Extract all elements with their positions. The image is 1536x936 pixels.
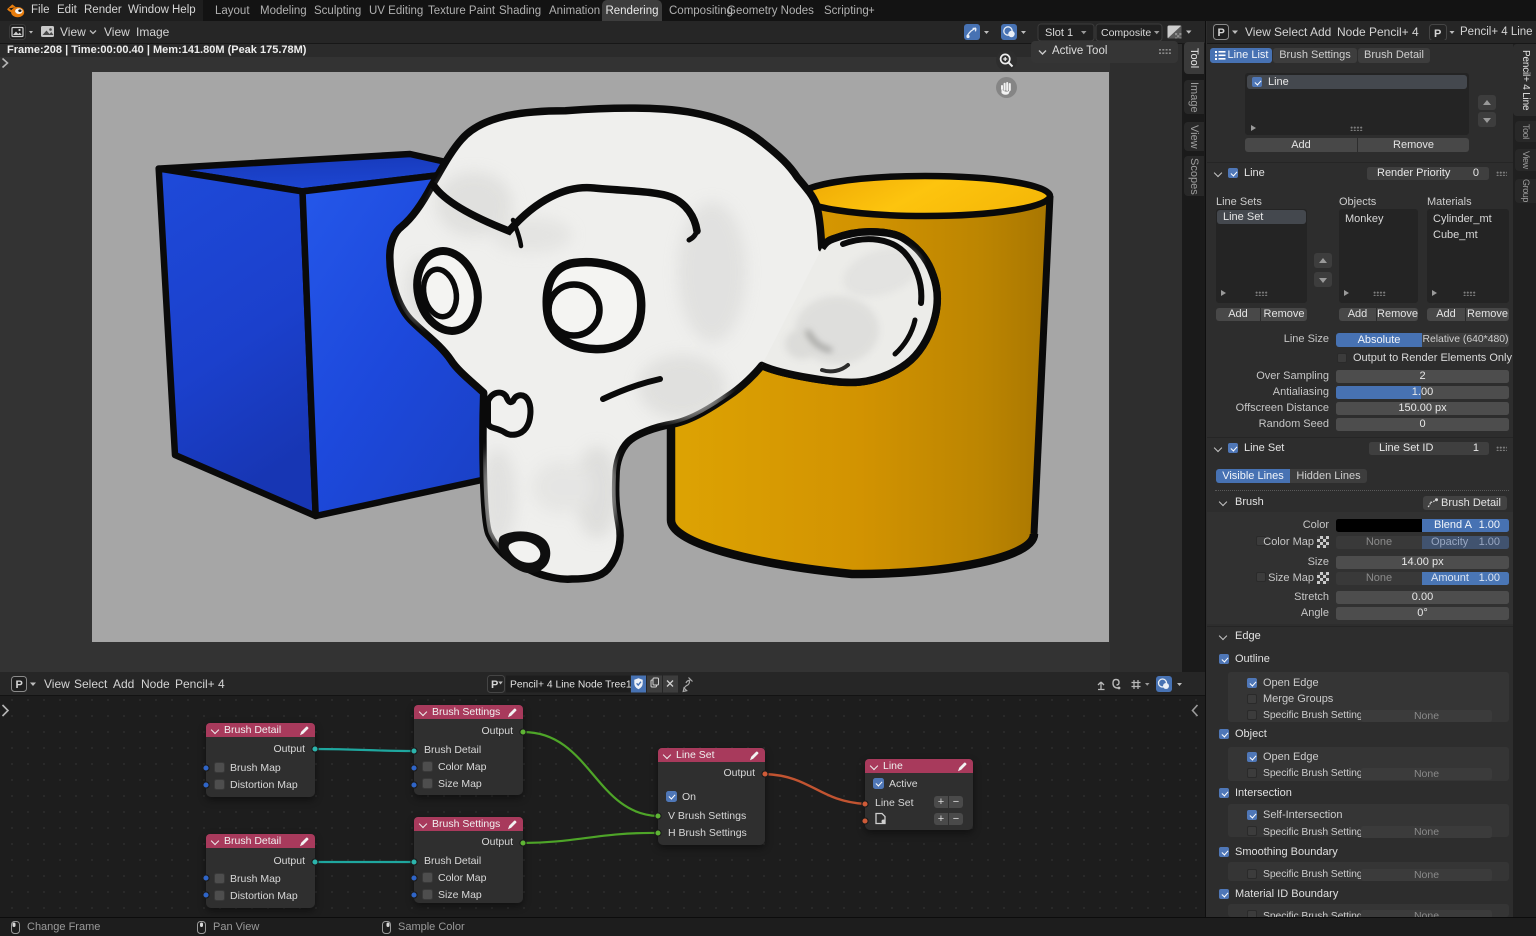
svg-text:Slot 1: Slot 1: [1045, 27, 1073, 39]
svg-text:Composite: Composite: [1101, 27, 1151, 39]
svg-text:P: P: [16, 679, 23, 691]
svg-text:P: P: [1218, 27, 1225, 39]
svg-text:Pencil+ 4 Line Node Tree1: Pencil+ 4 Line Node Tree1: [510, 680, 632, 691]
svg-text:P: P: [1434, 28, 1441, 40]
svg-text:P: P: [491, 679, 498, 691]
